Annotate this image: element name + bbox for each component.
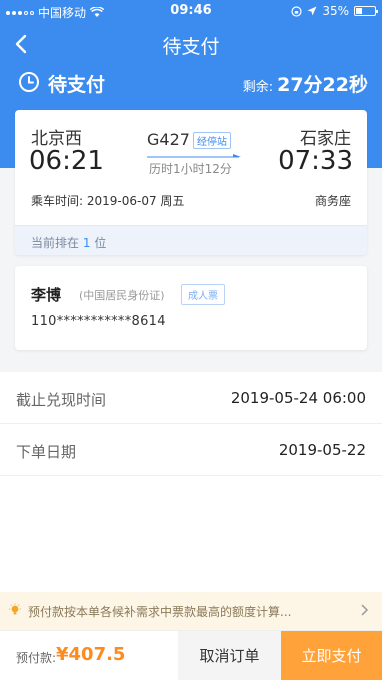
notice-text: 预付款按本单各候补需求中票款最高的额度计算... — [28, 605, 292, 619]
pay-now-button[interactable]: 立即支付 — [281, 631, 382, 680]
lightbulb-icon — [9, 603, 21, 615]
battery-fill — [356, 8, 362, 14]
remaining-time: 剩余: 27分22秒 — [243, 70, 368, 97]
queue-suffix: 位 — [94, 236, 107, 250]
order-date-label: 下单日期 — [16, 443, 77, 461]
order-date-value: 2019-05-22 — [278, 441, 366, 459]
train-number: G427 — [147, 130, 190, 149]
deadline-row: 截止兑现时间 2019-05-24 06:00 — [0, 372, 382, 424]
seat-class: 商务座 — [314, 194, 351, 208]
order-info-section: 截止兑现时间 2019-05-24 06:00 下单日期 2019-05-22 — [0, 372, 382, 592]
queue-number: 1 — [82, 236, 91, 250]
prepay-notice[interactable]: 预付款按本单各候补需求中票款最高的额度计算... — [0, 592, 382, 630]
bottom-action-bar: 预付款: ¥407.5 取消订单 立即支付 — [0, 630, 382, 680]
trip-duration: 历时1小时12分 — [149, 162, 232, 176]
prepay-amount: ¥407.5 — [56, 644, 126, 665]
order-status-row: 待支付 剩余: 27分22秒 — [0, 66, 382, 102]
from-time: 06:21 — [29, 146, 104, 176]
remaining-label: 剩余: — [242, 80, 274, 95]
trip-card: 北京西 06:21 G427 经停站 历时1小时12分 石家庄 07:33 乘车… — [15, 110, 367, 255]
queue-prefix: 当前排在 — [31, 236, 80, 250]
battery-percent: 35% — [322, 4, 349, 18]
deadline-label: 截止兑现时间 — [16, 391, 107, 409]
prepay-label: 预付款: — [16, 651, 57, 665]
battery-icon — [354, 6, 378, 16]
ticket-type-badge: 成人票 — [181, 284, 225, 305]
page-title: 待支付 — [162, 36, 220, 58]
remaining-value: 27分22秒 — [277, 74, 368, 96]
clock-icon — [19, 72, 39, 92]
order-status-label: 待支付 — [48, 74, 106, 96]
passenger-id-type: (中国居民身份证) — [79, 289, 165, 302]
status-bar: 中国移动 09:46 35% — [0, 0, 382, 22]
rotation-lock-icon — [291, 5, 302, 17]
passenger-id-number: 110***********8614 — [31, 314, 166, 329]
order-date-row: 下单日期 2019-05-22 — [0, 424, 382, 476]
status-bar-right: 35% — [291, 4, 378, 18]
location-arrow-icon — [307, 6, 317, 16]
passenger-card: 李博 (中国居民身份证) 成人票 110***********8614 — [15, 266, 367, 350]
deadline-value: 2019-05-24 06:00 — [230, 389, 366, 407]
queue-position-bar: 当前排在 1 位 — [15, 225, 367, 255]
cancel-order-button[interactable]: 取消订单 — [178, 631, 281, 680]
via-stations-button[interactable]: 经停站 — [193, 132, 231, 149]
to-time: 07:33 — [278, 146, 353, 176]
passenger-name: 李博 — [31, 286, 62, 304]
chevron-right-icon — [361, 604, 369, 616]
depart-date: 乘车时间: 2019-06-07 周五 — [31, 194, 185, 208]
nav-bar: 待支付 — [0, 22, 382, 66]
